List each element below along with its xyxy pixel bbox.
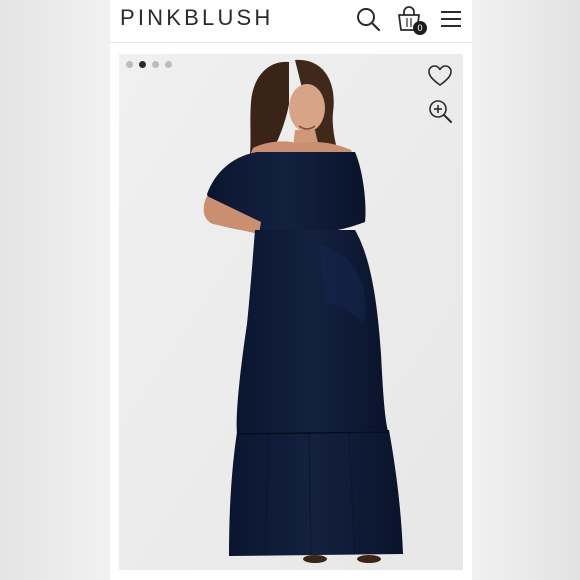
product-photo: [119, 54, 463, 570]
left-backdrop: [0, 0, 110, 580]
hamburger-menu-icon[interactable]: [438, 6, 464, 32]
brand-logo[interactable]: PINKBLUSH: [120, 5, 274, 31]
carousel-dot[interactable]: [126, 61, 133, 68]
mobile-page: PINKBLUSH 0: [110, 0, 472, 580]
search-icon[interactable]: [355, 6, 381, 32]
carousel-indicators: [126, 61, 172, 68]
heart-icon[interactable]: [427, 63, 453, 89]
cart-count-badge: 0: [413, 21, 427, 35]
site-header: PINKBLUSH 0: [110, 0, 472, 43]
zoom-in-icon[interactable]: [427, 98, 453, 124]
carousel-dot[interactable]: [165, 61, 172, 68]
carousel-dot-active[interactable]: [139, 61, 146, 68]
carousel-dot[interactable]: [152, 61, 159, 68]
right-backdrop: [472, 0, 580, 580]
page-bottom: [110, 570, 472, 580]
product-image-gallery[interactable]: [119, 54, 463, 570]
